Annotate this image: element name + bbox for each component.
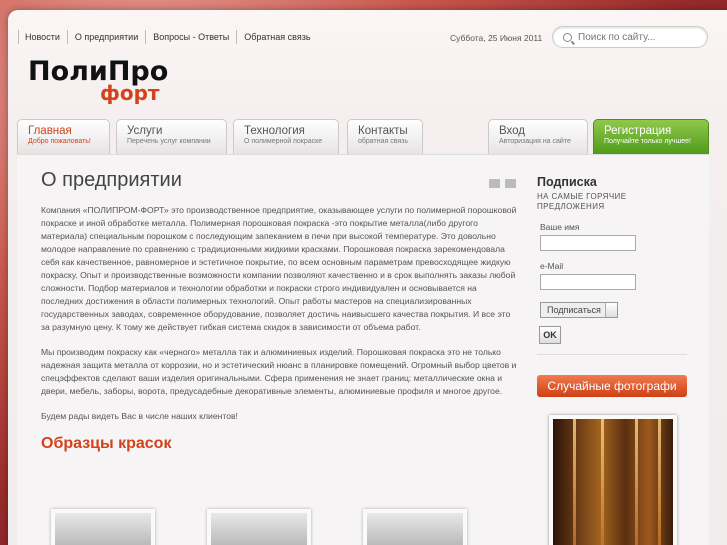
email-icon[interactable] bbox=[505, 179, 516, 188]
tab-login[interactable]: Вход Авторизация на сайте bbox=[488, 119, 588, 155]
random-photos-button[interactable]: Случайные фотографи bbox=[537, 375, 687, 397]
tab-login-sub: Авторизация на сайте bbox=[499, 138, 571, 145]
tab-services-title: Услуги bbox=[127, 125, 163, 137]
tab-register[interactable]: Регистрация Получайте только лучшее! bbox=[593, 119, 709, 155]
chevron-down-icon[interactable] bbox=[604, 303, 617, 317]
paint-sample[interactable] bbox=[207, 509, 311, 545]
name-label: Ваше имя bbox=[540, 222, 580, 232]
tab-register-title: Регистрация bbox=[604, 125, 672, 137]
logo-text-2: форт bbox=[100, 81, 160, 104]
about-paragraph-2: Мы производим покраску как «черного» мет… bbox=[41, 347, 517, 396]
email-field[interactable] bbox=[540, 274, 636, 290]
search-icon[interactable] bbox=[563, 32, 572, 42]
main-column: О предприятии Компания «ПОЛИПРОМ-ФОРТ» э… bbox=[41, 169, 517, 453]
name-field[interactable] bbox=[540, 235, 636, 251]
sidebar: Подписка НА САМЫЕ ГОРЯЧИЕ ПРЕДЛОЖЕНИЯ Ва… bbox=[537, 175, 687, 545]
tab-services[interactable]: Услуги Перечень услуг компании bbox=[116, 119, 227, 155]
tab-technology-title: Технология bbox=[244, 125, 305, 137]
samples-title: Образцы красок bbox=[41, 435, 172, 452]
nav-faq[interactable]: Вопросы - Ответы bbox=[145, 30, 236, 44]
email-label: e-Mail bbox=[540, 261, 564, 271]
ok-button[interactable]: OK bbox=[539, 326, 561, 344]
page-title: О предприятии bbox=[41, 169, 182, 191]
tab-register-sub: Получайте только лучшее! bbox=[604, 138, 691, 145]
subscribe-select-value: Подписаться bbox=[547, 305, 601, 315]
search-placeholder[interactable]: Поиск по сайту... bbox=[578, 32, 655, 43]
nav-feedback[interactable]: Обратная связь bbox=[236, 30, 317, 44]
photo-light bbox=[601, 419, 604, 545]
tab-home[interactable]: Главная Добро пожаловать! bbox=[17, 119, 110, 155]
subscribe-title: Подписка bbox=[537, 175, 597, 189]
tab-contacts[interactable]: Контакты обратная связь bbox=[347, 119, 423, 155]
paint-sample[interactable] bbox=[51, 509, 155, 545]
site-logo[interactable]: ПолиПром форт bbox=[28, 52, 168, 104]
about-paragraph-1: Компания «ПОЛИПРОМ-ФОРТ» это производств… bbox=[41, 205, 517, 332]
article-tools bbox=[489, 179, 516, 188]
tab-technology-sub: О полимерной покраске bbox=[244, 138, 323, 145]
tab-contacts-sub: обратная связь bbox=[358, 138, 409, 145]
subscribe-select[interactable]: Подписаться bbox=[540, 302, 618, 318]
paint-sample[interactable] bbox=[363, 509, 467, 545]
nav-about[interactable]: О предприятии bbox=[66, 30, 145, 44]
subscribe-caption: НА САМЫЕ ГОРЯЧИЕ ПРЕДЛОЖЕНИЯ bbox=[537, 192, 627, 211]
tab-login-title: Вход bbox=[499, 125, 526, 137]
photo-light bbox=[658, 419, 661, 545]
tab-home-sub: Добро пожаловать! bbox=[28, 138, 91, 145]
content-area: О предприятии Компания «ПОЛИПРОМ-ФОРТ» э… bbox=[17, 154, 709, 545]
paint-samples bbox=[51, 509, 521, 545]
tab-contacts-title: Контакты bbox=[358, 125, 408, 137]
photo-light bbox=[635, 419, 638, 545]
tab-services-sub: Перечень услуг компании bbox=[127, 138, 211, 145]
print-icon[interactable] bbox=[489, 179, 500, 188]
date-label: Суббота, 25 Июня 2011 bbox=[450, 33, 543, 43]
main-tabs: Главная Добро пожаловать! Услуги Перечен… bbox=[17, 119, 709, 155]
search-box[interactable]: Поиск по сайту... bbox=[552, 26, 708, 48]
top-nav: Новости О предприятии Вопросы - Ответы О… bbox=[18, 30, 318, 44]
tab-technology[interactable]: Технология О полимерной покраске bbox=[233, 119, 339, 155]
photo-light bbox=[573, 419, 576, 545]
divider bbox=[537, 354, 687, 355]
random-photo[interactable] bbox=[549, 415, 677, 545]
about-paragraph-3: Будем рады видеть Вас в числе наших клие… bbox=[41, 411, 238, 421]
tab-home-title: Главная bbox=[28, 125, 72, 137]
nav-news[interactable]: Новости bbox=[18, 30, 67, 44]
